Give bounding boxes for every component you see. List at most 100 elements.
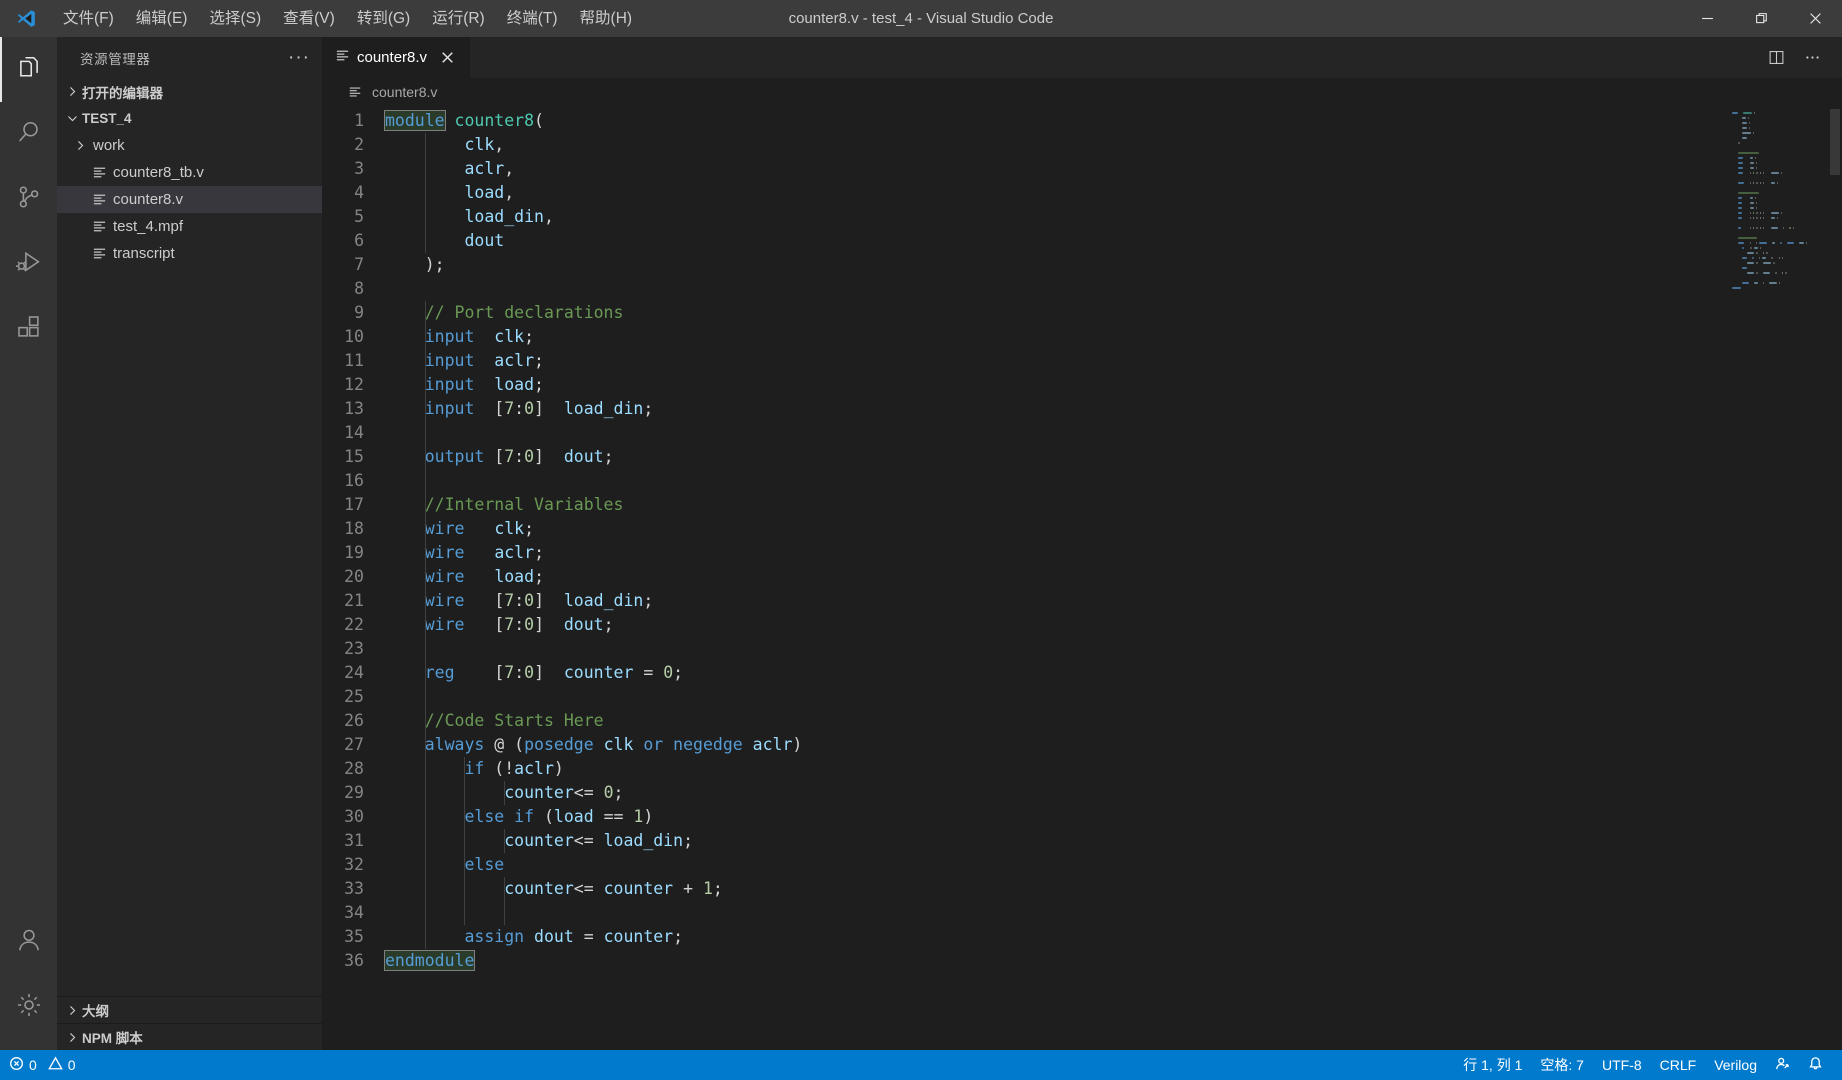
activity-bar: [0, 37, 57, 1050]
code-line[interactable]: module counter8(: [384, 109, 1724, 133]
panel-outline-label: 大纲: [82, 1004, 109, 1019]
code-line[interactable]: input [7:0] load_din;: [385, 397, 1724, 421]
code-line[interactable]: aclr,: [385, 157, 1724, 181]
scrollbar-thumb[interactable]: [1830, 109, 1840, 175]
section-open-editors[interactable]: 打开的编辑器: [57, 78, 322, 105]
panel-outline[interactable]: 大纲: [57, 996, 322, 1023]
code-line[interactable]: wire load;: [385, 565, 1724, 589]
code-line[interactable]: wire [7:0] load_din;: [385, 589, 1724, 613]
menu-selection[interactable]: 选择(S): [198, 0, 272, 37]
minimap-line: [1732, 231, 1807, 235]
code-line[interactable]: counter<= 0;: [385, 781, 1724, 805]
activity-account[interactable]: [0, 910, 57, 975]
minimize-button[interactable]: [1680, 0, 1734, 37]
code-line[interactable]: wire [7:0] dout;: [385, 613, 1724, 637]
minimap-line: [1732, 136, 1807, 140]
code-line[interactable]: if (!aclr): [385, 757, 1724, 781]
status-language-mode[interactable]: Verilog: [1705, 1050, 1766, 1080]
close-window-button[interactable]: [1788, 0, 1842, 37]
minimap[interactable]: [1724, 105, 1828, 1050]
tree-item-transcript[interactable]: transcript: [57, 240, 322, 267]
code-line[interactable]: [385, 901, 1724, 925]
code-line[interactable]: input load;: [385, 373, 1724, 397]
code-line[interactable]: counter<= load_din;: [385, 829, 1724, 853]
status-notifications-button[interactable]: [1799, 1050, 1832, 1080]
menu-terminal[interactable]: 终端(T): [496, 0, 569, 37]
window-controls: [1680, 0, 1842, 37]
code-line[interactable]: [385, 685, 1724, 709]
code-line[interactable]: );: [385, 253, 1724, 277]
status-cursor-position[interactable]: 行 1, 列 1: [1454, 1050, 1531, 1080]
code-line[interactable]: else: [385, 853, 1724, 877]
code-line[interactable]: //Code Starts Here: [385, 709, 1724, 733]
status-bar-right: 行 1, 列 1 空格: 7 UTF-8 CRLF Verilog: [1454, 1050, 1832, 1080]
menu-view[interactable]: 查看(V): [272, 0, 346, 37]
code-content[interactable]: module counter8( clk, aclr, load, load_d…: [379, 105, 1724, 1050]
activity-explorer[interactable]: [0, 37, 57, 102]
tree-item-test4-mpf[interactable]: test_4.mpf: [57, 213, 322, 240]
line-number: 34: [344, 903, 364, 922]
code-line[interactable]: output [7:0] dout;: [385, 445, 1724, 469]
warning-count: 0: [67, 1057, 76, 1073]
split-editor-button[interactable]: [1760, 42, 1792, 74]
tab-close-button[interactable]: [436, 47, 458, 69]
line-number: 29: [344, 783, 364, 802]
sidebar-more-actions-button[interactable]: ···: [288, 48, 310, 67]
status-feedback-button[interactable]: [1766, 1050, 1799, 1080]
activity-search[interactable]: [0, 102, 57, 167]
status-encoding[interactable]: UTF-8: [1593, 1050, 1651, 1080]
code-line[interactable]: wire clk;: [385, 517, 1724, 541]
code-line[interactable]: // Port declarations: [385, 301, 1724, 325]
code-line[interactable]: [385, 469, 1724, 493]
code-line[interactable]: [385, 277, 1724, 301]
menu-help[interactable]: 帮助(H): [569, 0, 644, 37]
folder-root-row[interactable]: TEST_4: [57, 105, 322, 132]
code-line[interactable]: input clk;: [385, 325, 1724, 349]
minimap-line: [1732, 116, 1807, 120]
editor-more-actions-button[interactable]: [1796, 42, 1828, 74]
code-line[interactable]: counter<= counter + 1;: [385, 877, 1724, 901]
code-line[interactable]: assign dout = counter;: [385, 925, 1724, 949]
menu-file[interactable]: 文件(F): [52, 0, 125, 37]
panel-npm-scripts[interactable]: NPM 脚本: [57, 1023, 322, 1050]
code-line[interactable]: endmodule: [383, 949, 1724, 973]
minimap-line: [1732, 286, 1807, 290]
code-line[interactable]: load_din,: [385, 205, 1724, 229]
code-line[interactable]: else if (load == 1): [385, 805, 1724, 829]
tree-item-label: counter8.v: [113, 191, 184, 208]
code-line[interactable]: dout: [385, 229, 1724, 253]
panel-npm-scripts-label: NPM 脚本: [82, 1031, 143, 1046]
activity-run-debug[interactable]: [0, 232, 57, 297]
status-indentation[interactable]: 空格: 7: [1531, 1050, 1593, 1080]
code-line[interactable]: [385, 421, 1724, 445]
maximize-restore-button[interactable]: [1734, 0, 1788, 37]
menu-edit[interactable]: 编辑(E): [125, 0, 199, 37]
menu-go[interactable]: 转到(G): [346, 0, 421, 37]
code-line[interactable]: always @ (posedge clk or negedge aclr): [385, 733, 1724, 757]
editor-scrollbar[interactable]: [1828, 105, 1842, 1050]
menu-run[interactable]: 运行(R): [421, 0, 496, 37]
code-line[interactable]: [385, 637, 1724, 661]
status-problems[interactable]: 0 0: [0, 1050, 85, 1080]
code-line[interactable]: //Internal Variables: [385, 493, 1724, 517]
tree-item-work[interactable]: work: [57, 132, 322, 159]
code-line[interactable]: input aclr;: [385, 349, 1724, 373]
verilog-file-icon: [88, 163, 110, 182]
activity-settings[interactable]: [0, 975, 57, 1040]
code-editor[interactable]: 1 2 3 4 5 6 7 8 9 10 11 12 13 14 15 16 17 18 19 20 21 22 23 24 2…: [322, 105, 1724, 1050]
activity-source-control[interactable]: [0, 167, 57, 232]
breadcrumb[interactable]: counter8.v: [322, 78, 1842, 105]
tree-item-counter8_tb[interactable]: counter8_tb.v: [57, 159, 322, 186]
code-line[interactable]: load,: [385, 181, 1724, 205]
indent-guide: [464, 757, 466, 925]
code-line[interactable]: reg [7:0] counter = 0;: [385, 661, 1724, 685]
tab-counter8-v[interactable]: counter8.v: [322, 37, 472, 78]
source-control-icon: [14, 182, 44, 217]
tree-item-counter8[interactable]: counter8.v: [57, 186, 322, 213]
code-line[interactable]: wire aclr;: [385, 541, 1724, 565]
minimap-line: [1732, 171, 1807, 175]
line-number: 6: [354, 231, 364, 250]
activity-extensions[interactable]: [0, 297, 57, 362]
status-eol[interactable]: CRLF: [1651, 1050, 1706, 1080]
code-line[interactable]: clk,: [385, 133, 1724, 157]
